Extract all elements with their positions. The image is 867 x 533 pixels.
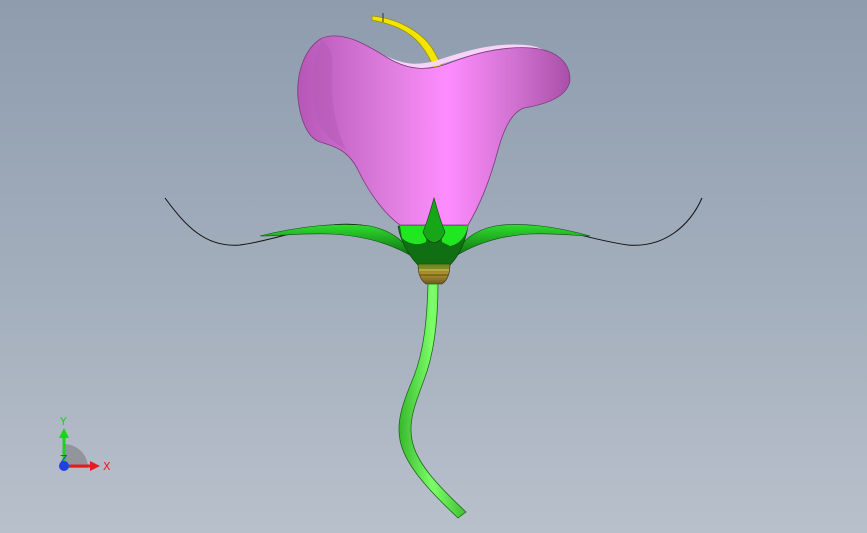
triad-z-label: Z — [60, 453, 68, 466]
triad-y-arrow — [59, 428, 69, 438]
triad-x-label: X — [103, 460, 111, 473]
receptacle[interactable] — [417, 263, 451, 285]
reference-triad[interactable]: Y X Z — [48, 410, 120, 482]
graphics-viewport[interactable]: Y X Z — [0, 0, 867, 533]
triad-y-label: Y — [59, 415, 67, 428]
sepal-wing-left[interactable] — [259, 224, 416, 259]
sepal-wing-right[interactable] — [451, 224, 591, 259]
3d-model-flower[interactable] — [0, 0, 867, 533]
triad-x-arrow — [90, 461, 100, 471]
leaf-outline-curve — [164, 197, 411, 253]
leaf-outline-curve-right — [457, 197, 703, 253]
stem[interactable] — [398, 283, 467, 519]
